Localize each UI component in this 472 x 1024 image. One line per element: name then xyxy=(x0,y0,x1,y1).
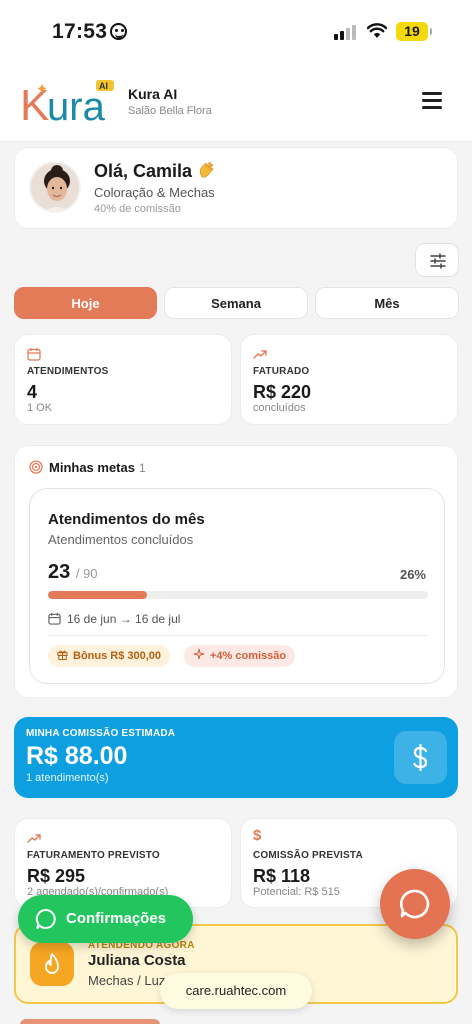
dollar-icon: $ xyxy=(253,827,262,844)
chat-bubble-icon xyxy=(400,889,430,919)
goal-progress-count: 23 / 90 xyxy=(48,561,98,583)
confirmations-label: Confirmações xyxy=(66,910,167,927)
goal-subtitle: Atendimentos concluídos xyxy=(48,532,194,547)
waving-hand-icon xyxy=(199,162,214,178)
commission-value: R$ 88.00 xyxy=(26,742,128,770)
appointments-stat-card[interactable]: ATENDIMENTOS 4 1 OK xyxy=(14,334,232,425)
commission-rate: 40% de comissão xyxy=(94,203,181,215)
stat-value: R$ 295 xyxy=(27,866,86,886)
stat-label: FATURAMENTO PREVISTO xyxy=(27,850,160,861)
bonus-badge: Bônus R$ 300,00 xyxy=(48,645,171,667)
commission-label: MINHA COMISSÃO ESTIMADA xyxy=(26,728,176,739)
tab-week[interactable]: Semana xyxy=(164,287,308,319)
sparkles-icon xyxy=(193,648,205,660)
stat-label: ATENDIMENTOS xyxy=(27,366,109,377)
profile-card: Olá, Camila Coloração & Mechas 40% de co… xyxy=(14,147,458,229)
flame-icon xyxy=(30,942,74,986)
trending-up-icon xyxy=(253,350,267,359)
goals-title: Minhas metas xyxy=(49,460,135,475)
goal-card[interactable]: Atendimentos do mês Atendimentos concluí… xyxy=(29,488,445,684)
stat-subtext: 1 OK xyxy=(27,402,53,414)
goal-progress-fill xyxy=(48,591,147,599)
sliders-icon xyxy=(430,253,446,269)
chat-button[interactable] xyxy=(380,869,450,939)
professional-role: Coloração & Mechas xyxy=(94,185,215,200)
svg-text:AI: AI xyxy=(99,81,108,91)
wifi-icon xyxy=(367,23,387,38)
chat-bubble-icon xyxy=(35,908,56,929)
calendar-icon xyxy=(48,612,61,625)
divider xyxy=(48,635,428,636)
smiley-icon xyxy=(110,23,128,40)
goal-date-range: 16 de jun → 16 de jul xyxy=(48,612,180,626)
goal-percent: 26% xyxy=(399,567,426,582)
goal-progress-bar xyxy=(48,591,428,599)
avatar xyxy=(29,161,81,213)
client-name: Juliana Costa xyxy=(88,952,186,969)
next-card-edge xyxy=(20,1019,160,1024)
tab-today[interactable]: Hoje xyxy=(14,287,157,319)
billed-stat-card[interactable]: FATURADO R$ 220 concluídos xyxy=(240,334,458,425)
status-time: 17:53 xyxy=(52,20,128,44)
battery-icon: 19 xyxy=(396,22,432,41)
hamburger-menu-icon[interactable] xyxy=(422,92,446,112)
brand-title: Kura AI xyxy=(128,86,178,102)
greeting-title: Olá, Camila xyxy=(94,161,217,182)
stat-subtext: Potencial: R$ 515 xyxy=(253,886,340,898)
gift-icon xyxy=(57,650,68,661)
target-icon xyxy=(29,460,43,474)
commission-subtext: 1 atendimento(s) xyxy=(26,772,109,784)
goal-title: Atendimentos do mês xyxy=(48,511,205,528)
confirmations-button[interactable]: Confirmações xyxy=(18,895,193,943)
stat-subtext: concluídos xyxy=(253,402,306,414)
goals-section: Minhas metas 1 Atendimentos do mês Atendi… xyxy=(14,445,458,698)
goals-count: 1 xyxy=(138,461,146,475)
tab-month[interactable]: Mês xyxy=(315,287,459,319)
stat-value: R$ 118 xyxy=(253,866,311,886)
status-bar: 17:53 19 xyxy=(0,0,472,62)
trending-up-icon xyxy=(27,834,41,843)
dollar-icon xyxy=(394,731,447,784)
calendar-icon xyxy=(27,348,41,361)
app-header: K ura AI Kura AI Salão Bella Flora xyxy=(0,62,472,142)
svg-text:ura: ura xyxy=(47,85,106,126)
browser-url-bar[interactable]: care.ruahtec.com xyxy=(160,973,312,1009)
cellular-signal-icon xyxy=(334,24,360,40)
stat-value: 4 xyxy=(27,382,38,402)
stat-label: COMISSÃO PREVISTA xyxy=(253,850,363,861)
salon-name: Salão Bella Flora xyxy=(128,105,212,117)
stat-label: FATURADO xyxy=(253,366,310,377)
stat-value: R$ 220 xyxy=(253,382,312,402)
extra-commission-badge: +4% comissão xyxy=(184,645,296,667)
estimated-commission-card[interactable]: MINHA COMISSÃO ESTIMADA R$ 88.00 1 atend… xyxy=(14,717,458,798)
goals-header: Minhas metas 1 xyxy=(29,460,146,475)
kura-logo[interactable]: K ura AI xyxy=(20,78,118,126)
filter-settings-button[interactable] xyxy=(415,243,459,277)
